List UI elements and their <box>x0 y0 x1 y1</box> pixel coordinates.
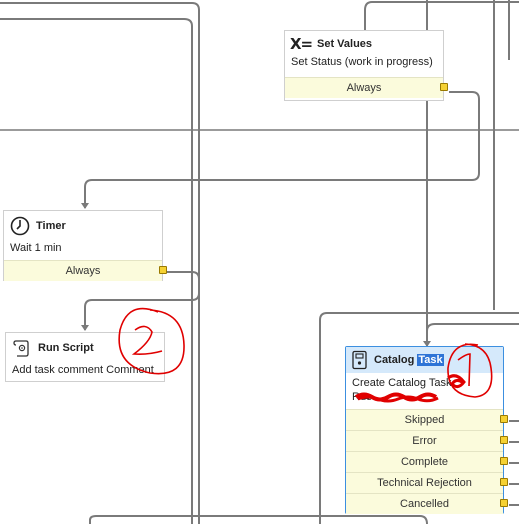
condition-technical-rejection[interactable]: Technical Rejection <box>346 472 508 493</box>
exit-port[interactable] <box>500 415 508 423</box>
connector-line <box>364 1 519 30</box>
run-script-node[interactable]: Run Script Add task comment Comment <box>5 332 165 382</box>
condition-label: Cancelled <box>400 498 449 510</box>
set-values-header: X= Set Values <box>285 31 443 57</box>
node-description: Wait 1 min <box>10 242 62 254</box>
node-description: Set Status (work in progress) <box>291 56 433 68</box>
exit-port[interactable] <box>500 457 508 465</box>
condition-label: Skipped <box>404 414 445 426</box>
connector-line <box>84 91 480 208</box>
condition-skipped[interactable]: Skipped <box>346 409 508 430</box>
exit-port[interactable] <box>500 499 508 507</box>
run-script-header: Run Script <box>6 333 164 363</box>
node-title: Catalog Task <box>374 354 444 366</box>
clock-icon <box>10 216 30 236</box>
scribble-redaction <box>354 392 439 403</box>
condition-label: Technical Rejection <box>377 477 472 489</box>
assignment-icon: X= <box>289 35 313 53</box>
arrowhead <box>81 203 89 209</box>
exit-port[interactable] <box>159 266 167 274</box>
arrowhead <box>81 325 89 331</box>
connector-line <box>426 323 519 346</box>
condition-label: Always <box>346 82 382 94</box>
exit-port[interactable] <box>440 83 448 91</box>
catalog-task-header: Catalog Task <box>346 347 503 373</box>
condition-complete[interactable]: Complete <box>346 451 508 472</box>
catalog-task-icon <box>350 350 370 370</box>
timer-node[interactable]: Timer Wait 1 min Always <box>3 210 167 281</box>
node-title: Run Script <box>38 342 94 354</box>
exit-port[interactable] <box>500 478 508 486</box>
node-description: Add task comment Comment <box>12 364 154 376</box>
condition-always[interactable]: Always <box>4 260 167 281</box>
condition-error[interactable]: Error <box>346 430 508 451</box>
timer-header: Timer <box>4 211 162 241</box>
title-selected-text: Task <box>417 354 444 366</box>
title-prefix: Catalog <box>374 354 415 366</box>
condition-label: Always <box>65 265 101 277</box>
exit-port[interactable] <box>500 436 508 444</box>
node-description: Create Catalog Task <box>352 377 452 389</box>
node-description-redacted: Rɑ̶̶̶̶̶̶̶̶̶̶e <box>346 390 503 404</box>
node-title: Timer <box>36 220 66 232</box>
condition-always[interactable]: Always <box>285 77 448 98</box>
set-values-node[interactable]: X= Set Values Set Status (work in progre… <box>284 30 448 101</box>
connector-line <box>89 515 428 524</box>
condition-label: Complete <box>400 456 449 468</box>
condition-cancelled[interactable]: Cancelled <box>346 493 508 514</box>
node-title: Set Values <box>317 38 373 50</box>
script-icon <box>12 338 32 358</box>
catalog-task-node[interactable]: Catalog Task Create Catalog Task Rɑ̶̶̶̶̶… <box>345 346 508 514</box>
condition-label: Error <box>412 435 437 447</box>
